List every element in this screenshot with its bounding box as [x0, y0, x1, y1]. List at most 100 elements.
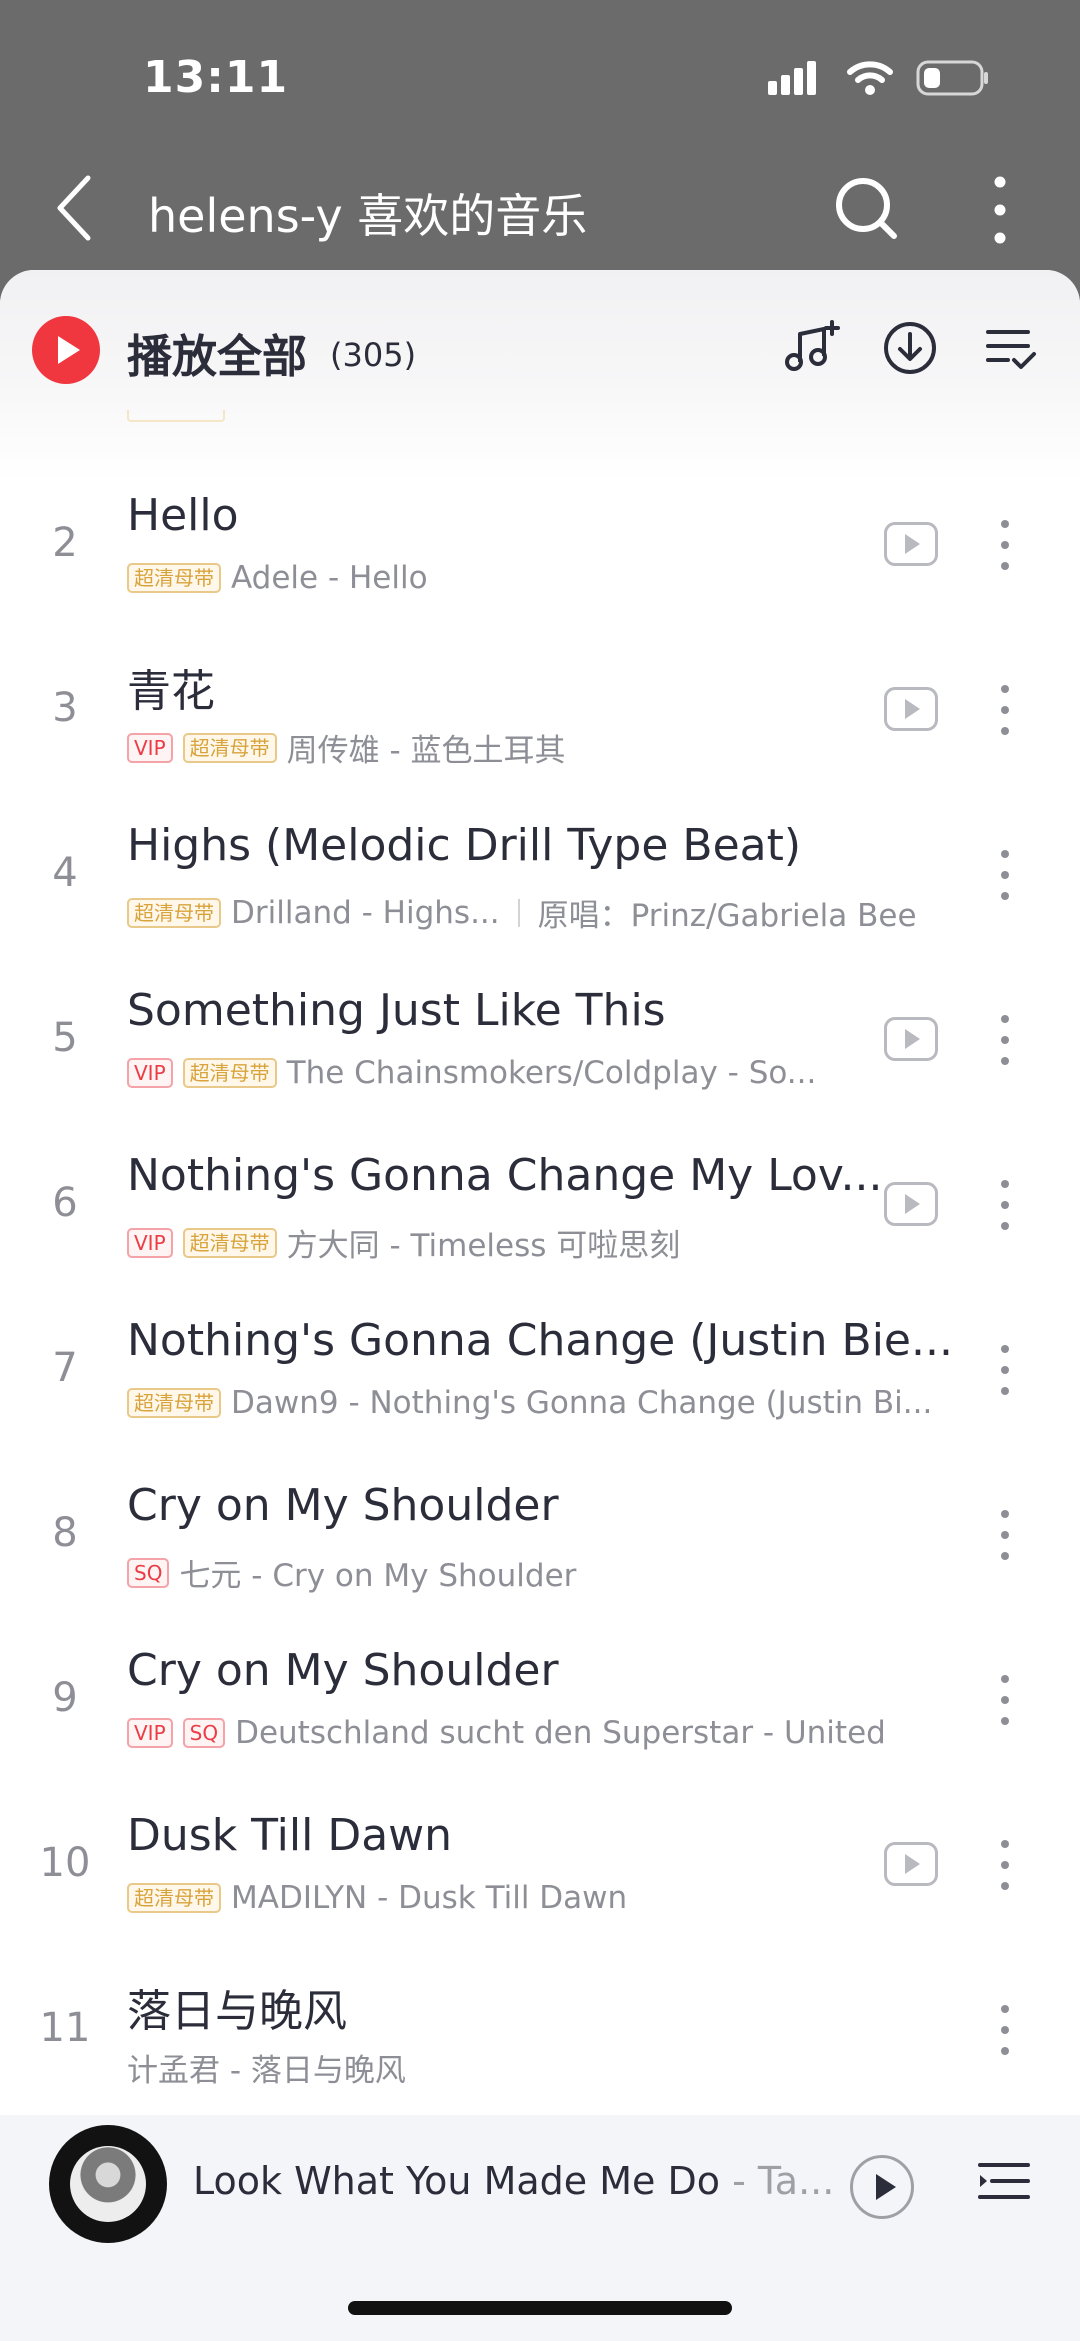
song-row[interactable]: 7 Nothing's Gonna Change (Justin Bie... 超清…: [0, 1305, 1080, 1470]
song-row[interactable]: 4 Highs (Melodic Drill Type Beat) 超清母带 Dril…: [0, 810, 1080, 975]
home-indicator[interactable]: [348, 2301, 732, 2315]
song-row[interactable]: 2 Hello 超清母带 Adele - Hello: [0, 480, 1080, 645]
play-pause-button[interactable]: [850, 2155, 914, 2219]
song-title: Nothing's Gonna Change My Lov...: [127, 1150, 883, 1201]
back-button[interactable]: [48, 172, 108, 244]
song-artist-album: 七元 - Cry on My Shoulder: [179, 1558, 577, 1594]
song-index: 2: [52, 520, 78, 566]
playlist-queue-icon[interactable]: [974, 2155, 1034, 2215]
now-playing-artist: - Ta...: [720, 2159, 835, 2203]
song-row[interactable]: 8 Cry on My Shoulder SQ 七元 - Cry on My Shou…: [0, 1470, 1080, 1635]
vip-badge: VIP: [127, 1227, 173, 1258]
vip-badge: VIP: [127, 1058, 173, 1088]
song-subtitle-line: 超清母带 Adele - Hello: [127, 560, 428, 596]
song-artist-album: Drilland - Highs...: [231, 894, 500, 931]
song-title: Cry on My Shoulder: [127, 1645, 559, 1696]
master-quality-badge: 超清母带: [182, 1227, 277, 1258]
song-more-icon[interactable]: [990, 675, 1020, 745]
play-all-button[interactable]: 播放全部: [127, 320, 307, 385]
song-title: 青花: [127, 666, 215, 717]
song-subtitle-line: 计孟君 - 落日与晚风: [127, 2045, 406, 2090]
status-time: 13:11: [143, 52, 289, 103]
song-title: Dusk Till Dawn: [127, 1810, 453, 1861]
song-artist-album: 周传雄 - 蓝色土耳其: [286, 733, 566, 769]
song-row[interactable]: 3 青花 VIP 超清母带 周传雄 - 蓝色土耳其: [0, 645, 1080, 810]
song-title: Cry on My Shoulder: [127, 1480, 559, 1531]
song-more-icon[interactable]: [990, 1665, 1020, 1735]
master-quality-badge: 超清母带: [127, 1388, 221, 1418]
song-subtitle-line: 超清母带 Drilland - Highs... 原唱：Prinz/Gabriela…: [127, 890, 917, 935]
song-more-icon[interactable]: [990, 1005, 1020, 1075]
song-more-icon[interactable]: [990, 840, 1020, 910]
mv-play-icon[interactable]: [884, 1842, 938, 1886]
song-row[interactable]: 9 Cry on My Shoulder VIP SQ Deutschland such…: [0, 1635, 1080, 1800]
song-title: Highs (Melodic Drill Type Beat): [127, 820, 802, 871]
song-list: 2 Hello 超清母带 Adele - Hello 3 青花 VIP 超清母带 周传雄 - 蓝…: [0, 480, 1080, 2130]
song-artist-album: MADILYN - Dusk Till Dawn: [231, 1880, 628, 1916]
master-quality-badge: 超清母带: [127, 563, 221, 593]
song-title: Hello: [127, 490, 239, 541]
song-more-icon[interactable]: [990, 1830, 1020, 1900]
song-index: 9: [52, 1675, 78, 1721]
add-music-icon[interactable]: [778, 316, 842, 380]
status-bar: 13:11: [0, 0, 1080, 150]
song-more-icon[interactable]: [990, 510, 1020, 580]
song-artist-album: Deutschland sucht den Superstar - United: [235, 1715, 886, 1751]
song-more-icon[interactable]: [990, 1500, 1020, 1570]
master-quality-badge: 超清母带: [182, 732, 277, 763]
song-index: 7: [52, 1345, 78, 1391]
mv-play-icon[interactable]: [884, 522, 938, 566]
play-all-bar: 播放全部 (305): [0, 270, 1080, 480]
album-cover: [70, 2146, 146, 2222]
search-icon: [836, 178, 897, 239]
song-title: Nothing's Gonna Change (Justin Bie...: [127, 1315, 953, 1366]
now-playing-title[interactable]: Look What You Made Me Do - Ta...: [193, 2159, 834, 2203]
sq-badge: SQ: [182, 1718, 226, 1748]
play-all-icon[interactable]: [32, 316, 100, 384]
song-row[interactable]: 6 Nothing's Gonna Change My Lov... VIP 超清母带…: [0, 1140, 1080, 1305]
sq-badge: SQ: [127, 1557, 170, 1588]
header: helens-y 喜欢的音乐: [0, 150, 1080, 270]
song-row[interactable]: 11 落日与晚风 计孟君 - 落日与晚风: [0, 1965, 1080, 2130]
signal-icon: [768, 61, 816, 95]
search-button[interactable]: [832, 174, 902, 244]
song-more-icon[interactable]: [990, 1170, 1020, 1240]
song-index: 4: [52, 850, 78, 896]
download-icon[interactable]: [878, 316, 942, 380]
vip-badge: VIP: [127, 1718, 173, 1748]
wifi-icon: [847, 61, 893, 95]
song-count: (305): [330, 336, 417, 374]
song-index: 5: [52, 1015, 78, 1061]
song-more-icon[interactable]: [990, 1335, 1020, 1405]
mv-play-icon[interactable]: [884, 1182, 938, 1226]
song-subtitle-line: 超清母带 Dawn9 - Nothing's Gonna Change (Just…: [127, 1385, 932, 1421]
song-more-icon[interactable]: [990, 1995, 1020, 2065]
original-singer: 原唱：Prinz/Gabriela Bee: [537, 898, 917, 934]
mv-play-icon[interactable]: [884, 1017, 938, 1061]
song-artist-album: Dawn9 - Nothing's Gonna Change (Justin B…: [231, 1385, 933, 1421]
status-icons: [768, 60, 990, 96]
song-index: 10: [39, 1840, 91, 1886]
song-index: 11: [39, 2005, 91, 2051]
song-artist-album: Adele - Hello: [231, 560, 428, 596]
song-row[interactable]: 5 Something Just Like This VIP 超清母带 The Chai…: [0, 975, 1080, 1140]
more-options-button[interactable]: [980, 174, 1020, 244]
song-artist-album: The Chainsmokers/Coldplay - So...: [286, 1055, 817, 1091]
song-subtitle-line: VIP SQ Deutschland sucht den Superstar - U…: [127, 1715, 886, 1751]
song-subtitle-line: SQ 七元 - Cry on My Shoulder: [127, 1550, 576, 1595]
song-index: 3: [52, 685, 78, 731]
song-subtitle-line: VIP 超清母带 周传雄 - 蓝色土耳其: [127, 725, 566, 770]
master-quality-badge: 超清母带: [127, 897, 221, 928]
mv-play-icon[interactable]: [884, 687, 938, 731]
song-subtitle-line: 超清母带 MADILYN - Dusk Till Dawn: [127, 1880, 627, 1916]
page-title: helens-y 喜欢的音乐: [148, 189, 588, 243]
song-title: Something Just Like This: [127, 985, 666, 1036]
song-subtitle-line: VIP 超清母带 The Chainsmokers/Coldplay - So...: [127, 1055, 816, 1091]
song-row[interactable]: 10 Dusk Till Dawn 超清母带 MADILYN - Dusk Till …: [0, 1800, 1080, 1965]
multi-select-icon[interactable]: [978, 316, 1042, 380]
album-disc[interactable]: [49, 2125, 167, 2243]
song-artist-album: 计孟君 - 落日与晚风: [127, 2053, 406, 2089]
back-icon: [57, 175, 91, 241]
master-quality-badge: 超清母带: [182, 1058, 277, 1088]
song-subtitle-line: VIP 超清母带 方大同 - Timeless 可啦思刻: [127, 1220, 680, 1265]
